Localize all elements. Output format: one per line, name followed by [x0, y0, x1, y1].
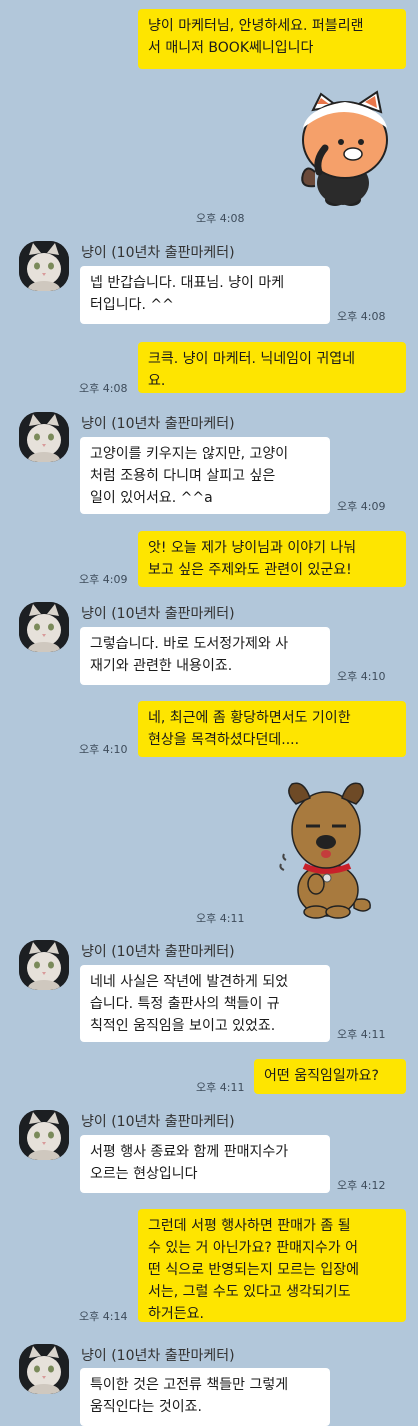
my-message-bubble[interactable]: 그런데 서평 행사하면 판매가 좀 될 수 있는 거 아닌가요? 판매지수가 어… — [138, 1209, 406, 1322]
cat-avatar-icon — [19, 412, 69, 462]
my-message-bubble[interactable]: 냥이 마케터님, 안녕하세요. 퍼블리랜 서 매니저 BOOK쎄니입니다 — [138, 9, 406, 69]
message-time: 오후 4:11 — [337, 1028, 386, 1041]
message-time: 오후 4:14 — [79, 1310, 128, 1323]
cat-avatar-icon — [19, 1110, 69, 1160]
their-message-bubble[interactable]: 특이한 것은 고전류 책들만 그렇게 움직인다는 것이죠. — [80, 1368, 330, 1426]
cat-avatar[interactable] — [19, 1110, 69, 1160]
their-message-bubble[interactable]: 고양이를 키우지는 않지만, 고양이 처럼 조용히 다니며 살피고 싶은 일이 … — [80, 437, 330, 514]
cat-avatar[interactable] — [19, 412, 69, 462]
cat-avatar[interactable] — [19, 940, 69, 990]
cat-avatar-icon — [19, 1344, 69, 1394]
message-time: 오후 4:10 — [337, 670, 386, 683]
message-time: 오후 4:10 — [79, 743, 128, 756]
cat-avatar[interactable] — [19, 602, 69, 652]
my-message-bubble[interactable]: 네, 최근에 좀 황당하면서도 기이한 현상을 목격하셨다던데.... — [138, 701, 406, 757]
sender-name: 냥이 (10년차 출판마케터) — [81, 416, 235, 432]
sender-name: 냥이 (10년차 출판마케터) — [81, 1348, 235, 1364]
their-message-bubble[interactable]: 네네 사실은 작년에 발견하게 되었 습니다. 특정 출판사의 책들이 규 칙적… — [80, 965, 330, 1042]
cat-avatar[interactable] — [19, 1344, 69, 1394]
cat-avatar-icon — [19, 602, 69, 652]
cat-sticker-icon — [301, 90, 388, 206]
my-message-bubble[interactable]: 크큭. 냥이 마케터. 닉네임이 귀엽네 요. — [138, 342, 406, 393]
message-time: 오후 4:09 — [79, 573, 128, 586]
sender-name: 냥이 (10년차 출판마케터) — [81, 606, 235, 622]
sender-name: 냥이 (10년차 출판마케터) — [81, 1114, 235, 1130]
my-message-bubble[interactable]: 어떤 움직임일까요? — [254, 1059, 406, 1094]
dog-sticker-icon — [279, 782, 371, 919]
their-message-bubble[interactable]: 그렇습니다. 바로 도서정가제와 사 재기와 관련한 내용이죠. — [80, 627, 330, 685]
cat-avatar-icon — [19, 241, 69, 291]
cat-avatar[interactable] — [19, 241, 69, 291]
their-message-bubble[interactable]: 넵 반갑습니다. 대표님. 냥이 마케 터입니다. ^^ — [80, 266, 330, 324]
message-time: 오후 4:12 — [337, 1179, 386, 1192]
sender-name: 냥이 (10년차 출판마케터) — [81, 944, 235, 960]
sender-name: 냥이 (10년차 출판마케터) — [81, 245, 235, 261]
message-time: 오후 4:11 — [196, 912, 245, 925]
message-time: 오후 4:08 — [196, 212, 245, 225]
message-time: 오후 4:11 — [196, 1081, 245, 1094]
their-message-bubble[interactable]: 서평 행사 종료와 함께 판매지수가 오르는 현상입니다 — [80, 1135, 330, 1193]
cat-avatar-icon — [19, 940, 69, 990]
message-time: 오후 4:08 — [79, 382, 128, 395]
message-time: 오후 4:09 — [337, 500, 386, 513]
message-time: 오후 4:08 — [337, 310, 386, 323]
my-message-bubble[interactable]: 앗! 오늘 제가 냥이님과 이야기 나눠 보고 싶은 주제와도 관련이 있군요! — [138, 531, 406, 587]
